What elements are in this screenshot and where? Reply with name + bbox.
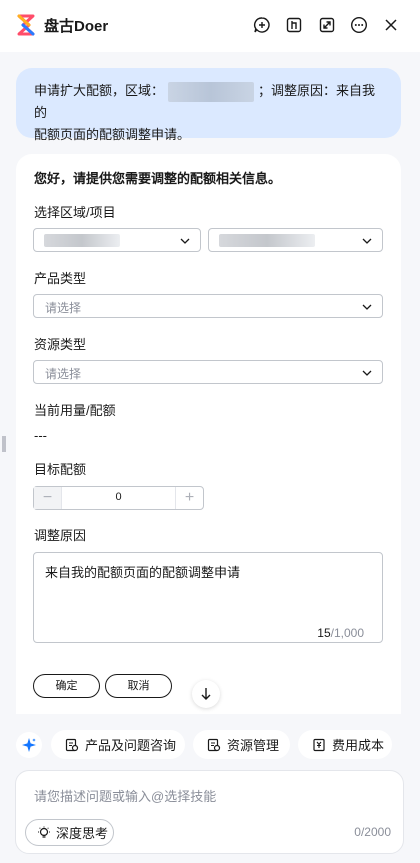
app-title: 盘古Doer — [44, 18, 109, 35]
region-value-redacted — [44, 234, 120, 247]
expand-icon[interactable] — [316, 14, 338, 36]
reason-char-count: 15/1,000 — [317, 626, 364, 640]
region-select[interactable] — [33, 228, 201, 252]
chevron-down-icon — [362, 304, 372, 310]
resource-type-placeholder: 请选择 — [45, 367, 82, 381]
confirm-button[interactable]: 确定 — [33, 674, 100, 698]
quota-form-card: 您好，请提供您需要调整的配额相关信息。 选择区域/项目 产品类型 请选择 资源类… — [16, 154, 401, 714]
product-type-placeholder: 请选择 — [45, 301, 82, 315]
arrow-down-icon — [201, 688, 211, 700]
resource-type-select[interactable]: 请选择 — [33, 360, 383, 384]
quick-action-label: 产品及问题咨询 — [85, 738, 177, 753]
target-quota-stepper: − 0 + — [33, 486, 204, 510]
decrement-button[interactable]: − — [34, 487, 62, 509]
increment-button[interactable]: + — [175, 487, 203, 509]
project-value-redacted — [219, 234, 315, 247]
resource-manage-icon — [207, 738, 221, 751]
project-select[interactable] — [208, 228, 383, 252]
resource-type-label: 资源类型 — [34, 337, 87, 352]
app-logo-icon — [17, 14, 35, 36]
quick-action-label: 费用成本 — [332, 738, 385, 753]
chevron-down-icon — [180, 238, 190, 244]
deep-think-toggle[interactable]: 深度思考 — [25, 819, 114, 846]
product-consult-icon — [65, 738, 79, 751]
quick-action-resource-manage[interactable]: 资源管理 — [193, 730, 290, 759]
chevron-down-icon — [362, 370, 372, 376]
usage-value: --- — [34, 428, 47, 443]
reason-label: 调整原因 — [34, 528, 87, 543]
target-quota-input[interactable]: 0 — [62, 491, 175, 503]
target-quota-label: 目标配额 — [34, 462, 87, 477]
redacted-region — [168, 81, 255, 102]
chat-input-placeholder: 请您描述问题或输入@选择技能 — [34, 789, 217, 804]
reason-text: 来自我的配额页面的配额调整申请 — [45, 565, 241, 580]
sparkle-icon[interactable] — [16, 732, 42, 758]
deep-think-label: 深度思考 — [56, 826, 109, 841]
region-label: 选择区域/项目 — [34, 205, 116, 220]
product-type-label: 产品类型 — [34, 271, 87, 286]
quick-action-product-consult[interactable]: 产品及问题咨询 — [51, 730, 185, 759]
input-char-count: 0/2000 — [354, 825, 391, 839]
more-icon[interactable] — [348, 14, 370, 36]
header: 盘古Doer — [0, 0, 420, 52]
chat-input-box[interactable]: 请您描述问题或输入@选择技能 深度思考 0/2000 — [15, 770, 404, 854]
usage-label: 当前用量/配额 — [34, 403, 116, 418]
quick-action-cost[interactable]: 费用成本 — [298, 730, 392, 759]
quick-action-label: 资源管理 — [227, 738, 280, 753]
user-message-line2: 配额页面的配额调整申请。 — [34, 127, 191, 142]
user-message-prefix: 申请扩大配额，区域： — [34, 83, 165, 98]
cancel-button[interactable]: 取消 — [105, 674, 172, 698]
close-icon[interactable] — [380, 14, 402, 36]
scroll-to-bottom-button[interactable] — [192, 680, 220, 708]
lightbulb-icon — [38, 826, 50, 838]
product-type-select[interactable]: 请选择 — [33, 294, 383, 318]
chevron-down-icon — [362, 238, 372, 244]
form-greeting: 您好，请提供您需要调整的配额相关信息。 — [34, 171, 282, 186]
new-chat-icon[interactable] — [251, 14, 273, 36]
user-message-bubble: 申请扩大配额，区域： ；调整原因：来自我的 配额页面的配额调整申请。 — [16, 68, 401, 142]
cost-icon — [313, 738, 325, 751]
reason-textarea[interactable]: 来自我的配额页面的配额调整申请 15/1,000 — [33, 552, 383, 643]
pin-icon[interactable] — [283, 14, 305, 36]
resize-handle[interactable] — [2, 436, 6, 452]
